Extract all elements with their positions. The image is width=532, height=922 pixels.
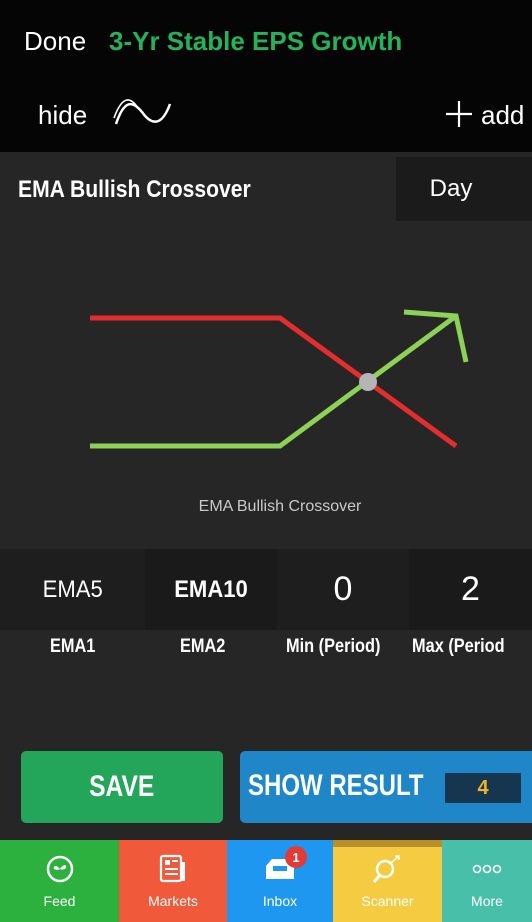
crossover-diagram: [90, 309, 469, 449]
parameter-row: EMA5 EMA10 0 2: [0, 549, 532, 630]
show-result-label: SHOW RESULT: [248, 769, 424, 802]
save-label: SAVE: [89, 770, 155, 803]
max-period-value[interactable]: 2: [409, 549, 532, 630]
min-period-value[interactable]: 0: [277, 549, 409, 630]
min-period-label: Min (Period): [286, 636, 381, 657]
scanner-icon: [368, 852, 408, 886]
add-button[interactable]: add: [481, 100, 524, 131]
plus-icon[interactable]: [444, 99, 474, 129]
tab-inbox-label: Inbox: [262, 893, 298, 909]
criteria-header: EMA Bullish Crossover Day: [0, 152, 532, 222]
bullish-line: [90, 313, 458, 449]
hide-button[interactable]: hide: [38, 100, 87, 131]
bearish-line: [90, 315, 458, 449]
tab-more[interactable]: More: [442, 840, 532, 922]
top-bar: Done 3-Yr Stable EPS Growth hide add: [0, 0, 532, 152]
tab-more-label: More: [471, 893, 503, 909]
save-button[interactable]: SAVE: [21, 751, 223, 823]
done-button[interactable]: Done: [24, 26, 86, 57]
max-period-value-text: 2: [461, 570, 480, 608]
cross-point: [359, 373, 377, 391]
bottom-tab-bar: Feed Markets 1 Inbox Scanner More: [0, 840, 532, 922]
diagram-caption: EMA Bullish Crossover: [198, 498, 362, 515]
ema1-label: EMA1: [50, 636, 96, 657]
newspaper-icon: [153, 852, 193, 886]
ema2-label: EMA2: [180, 636, 226, 657]
result-count-badge: 4: [445, 773, 521, 803]
feed-icon: [40, 852, 80, 886]
inbox-badge: 1: [285, 846, 307, 868]
max-period-label: Max (Period: [412, 636, 505, 657]
tab-markets-label: Markets: [148, 893, 198, 909]
min-period-value-text: 0: [333, 570, 353, 608]
timeframe-label: Day: [429, 175, 473, 202]
show-result-button[interactable]: SHOW RESULT 4: [240, 751, 532, 823]
tab-scanner[interactable]: Scanner: [333, 840, 442, 922]
timeframe-selector[interactable]: Day: [396, 157, 532, 221]
ema2-value-text: EMA10: [174, 575, 248, 603]
tab-inbox[interactable]: 1 Inbox: [227, 840, 333, 922]
tab-scanner-label: Scanner: [361, 893, 414, 909]
ema1-value-text: EMA5: [42, 575, 103, 603]
ema1-value[interactable]: EMA5: [0, 549, 145, 630]
criteria-name: EMA Bullish Crossover: [18, 176, 251, 203]
ema2-value[interactable]: EMA10: [145, 549, 277, 630]
tab-markets[interactable]: Markets: [119, 840, 227, 922]
more-icon: [467, 852, 507, 886]
tab-feed[interactable]: Feed: [0, 840, 119, 922]
tab-feed-label: Feed: [43, 893, 76, 909]
arrow-head-icon: [403, 309, 469, 363]
wave-icon[interactable]: [112, 98, 174, 128]
parameter-labels: EMA1 EMA2 Min (Period) Max (Period: [0, 630, 532, 670]
screen-title: 3-Yr Stable EPS Growth: [109, 26, 403, 56]
